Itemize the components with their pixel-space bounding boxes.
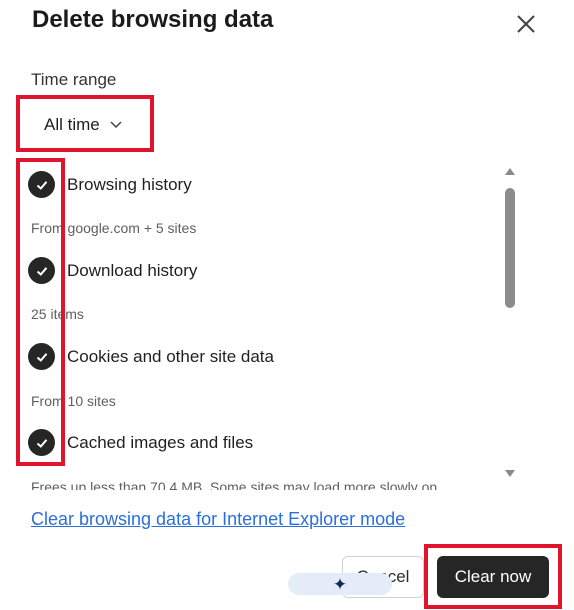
item-label: Browsing history: [67, 174, 192, 194]
item-description: 25 items: [31, 306, 84, 322]
ie-mode-link[interactable]: Clear browsing data for Internet Explore…: [31, 509, 405, 530]
item-label: Download history: [67, 260, 198, 280]
checkmark-icon[interactable]: [28, 171, 55, 198]
item-cookies[interactable]: Cookies and other site data: [28, 343, 274, 370]
checkmark-icon[interactable]: [28, 429, 55, 456]
list-scrollbar[interactable]: [503, 168, 519, 486]
item-description: From google.com + 5 sites: [31, 220, 197, 236]
item-description: Frees up less than 70.4 MB. Some sites m…: [31, 479, 438, 490]
data-type-list: Browsing history From google.com + 5 sit…: [0, 160, 520, 490]
scroll-thumb[interactable]: [505, 188, 515, 308]
sparkle-overlay: ✦: [288, 573, 392, 595]
sparkle-icon: ✦: [332, 574, 348, 594]
item-description: From 10 sites: [31, 393, 116, 409]
item-label: Cached images and files: [67, 432, 254, 452]
checkmark-icon[interactable]: [28, 257, 55, 284]
item-cached-images[interactable]: Cached images and files: [28, 429, 253, 456]
delete-browsing-data-dialog: Delete browsing data Time range All time…: [0, 0, 574, 610]
item-browsing-history[interactable]: Browsing history: [28, 171, 192, 198]
checkmark-icon[interactable]: [28, 343, 55, 370]
scroll-down-arrow-icon[interactable]: [505, 470, 515, 477]
clear-now-button[interactable]: Clear now: [437, 556, 549, 598]
close-icon: [517, 15, 535, 33]
item-download-history[interactable]: Download history: [28, 257, 197, 284]
close-button[interactable]: [512, 10, 540, 38]
chevron-down-icon: [110, 121, 122, 129]
time-range-dropdown[interactable]: All time: [32, 106, 134, 144]
time-range-label: Time range: [31, 70, 117, 89]
dialog-title: Delete browsing data: [32, 6, 274, 33]
item-label: Cookies and other site data: [67, 346, 274, 366]
scroll-up-arrow-icon[interactable]: [505, 168, 515, 175]
time-range-value: All time: [44, 115, 100, 134]
